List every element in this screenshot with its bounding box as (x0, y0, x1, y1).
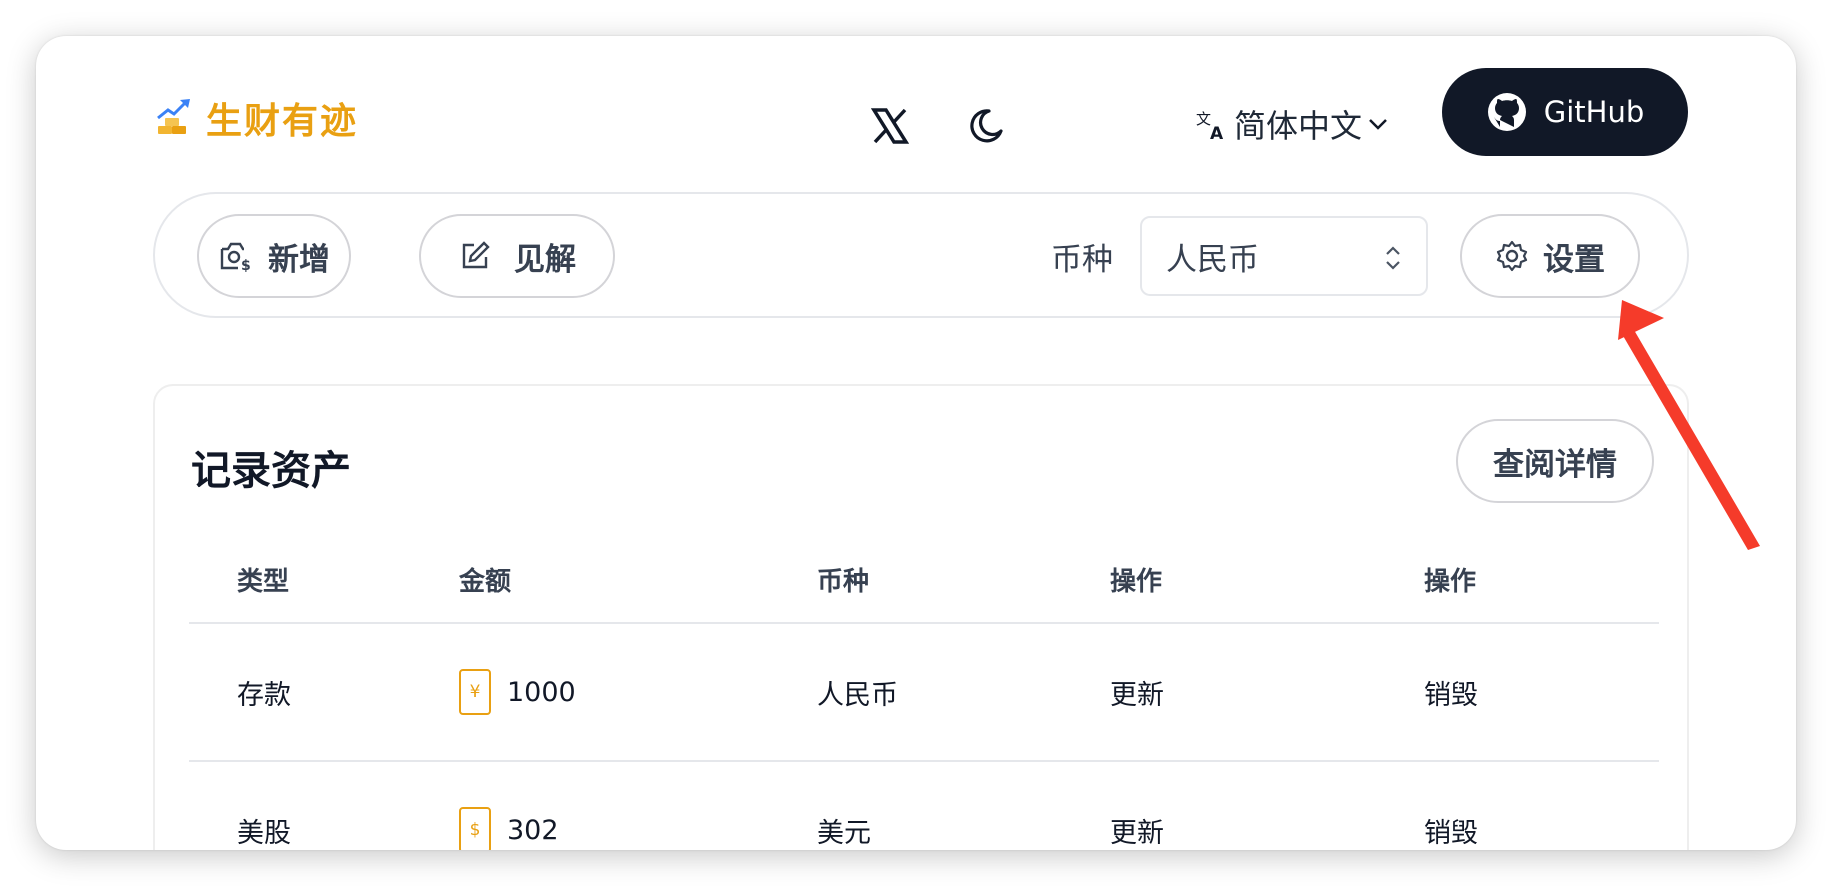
moon-icon[interactable] (964, 104, 1008, 148)
currency-label: 币种 (1051, 242, 1113, 278)
svg-text:$: $ (241, 258, 251, 273)
column-header: 类型 (237, 566, 290, 597)
add-label: 新增 (268, 241, 330, 278)
dollar-icon: $ (459, 807, 491, 850)
asset-table: 类型 金额 币种 操作 操作 存款 ¥ 1000 人民币 更新 销毁 美股 $ (189, 536, 1659, 850)
add-button[interactable]: $ 新增 (197, 214, 351, 298)
delete-link[interactable]: 销毁 (1424, 762, 1478, 850)
column-header: 操作 (1110, 566, 1163, 597)
amount-value: 302 (507, 814, 559, 846)
yuan-icon: ¥ (459, 669, 491, 715)
brand-name: 生财有迹 (206, 100, 359, 142)
amount-value: 1000 (507, 676, 576, 708)
insight-label: 见解 (514, 241, 576, 278)
insight-button[interactable]: 见解 (419, 214, 615, 298)
language-label: 简体中文 (1234, 107, 1363, 145)
delete-link[interactable]: 销毁 (1424, 624, 1478, 760)
camera-icon: $ (220, 242, 251, 273)
chevron-up-down-icon (1386, 246, 1400, 270)
update-link[interactable]: 更新 (1110, 762, 1164, 850)
gear-icon (1496, 240, 1528, 272)
currency-value: 人民币 (1166, 241, 1259, 278)
card-title: 记录资产 (191, 448, 351, 494)
currency-select[interactable]: 人民币 (1140, 216, 1428, 296)
settings-button[interactable]: 设置 (1460, 214, 1640, 298)
asset-type: 存款 (237, 679, 291, 711)
github-icon (1487, 93, 1526, 131)
asset-card: 记录资产 查阅详情 类型 金额 币种 操作 操作 存款 ¥ 1000 人民币 更… (153, 384, 1689, 850)
update-link[interactable]: 更新 (1110, 624, 1164, 760)
asset-amount: $ 302 (459, 762, 559, 850)
edit-icon (462, 241, 490, 269)
column-header: 金额 (459, 566, 512, 597)
asset-currency: 美元 (817, 817, 871, 849)
brand-logo[interactable]: 生财有迹 (152, 92, 358, 144)
language-selector[interactable]: 文 A 简体中文 (1196, 96, 1390, 152)
table-row: 美股 $ 302 美元 更新 销毁 (189, 762, 1659, 850)
view-details-button[interactable]: 查阅详情 (1456, 419, 1654, 503)
column-header: 操作 (1424, 566, 1477, 597)
svg-text:A: A (1210, 124, 1224, 141)
github-label: GitHub (1543, 95, 1645, 129)
x-logo-icon[interactable] (868, 104, 912, 148)
money-growth-icon (157, 99, 190, 134)
column-header: 币种 (817, 566, 870, 597)
asset-amount: ¥ 1000 (459, 624, 576, 760)
asset-type: 美股 (237, 817, 291, 849)
asset-currency: 人民币 (817, 679, 898, 711)
table-row: 存款 ¥ 1000 人民币 更新 销毁 (189, 624, 1659, 762)
table-header: 类型 金额 币种 操作 操作 (189, 536, 1659, 624)
toolbar: $ 新增 见解 币种 人民币 设置 (153, 192, 1689, 318)
svg-text:文: 文 (1196, 110, 1211, 128)
app-window: 生财有迹 文 A 简体中文 GitHub $ 新增 见解 币种 人民币 设置 记… (36, 36, 1796, 850)
translate-icon: 文 A (1196, 110, 1224, 141)
settings-label: 设置 (1543, 241, 1605, 278)
chevron-down-icon (1369, 119, 1387, 130)
github-button[interactable]: GitHub (1442, 68, 1688, 156)
